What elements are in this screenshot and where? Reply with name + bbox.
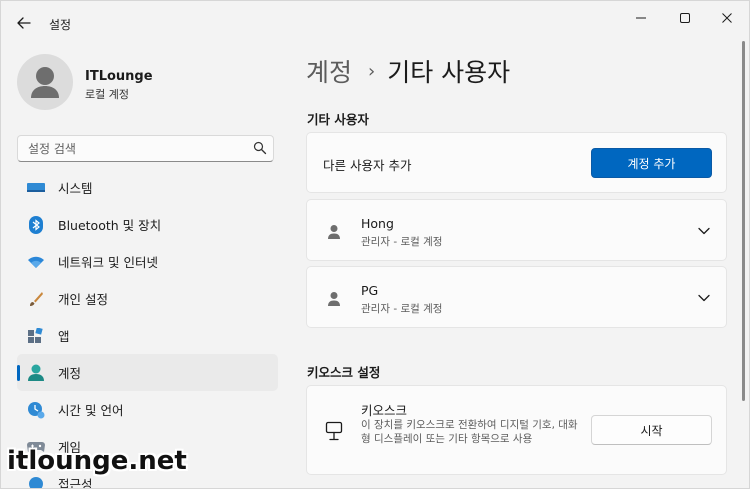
search-input[interactable] bbox=[17, 135, 274, 162]
sidebar-item-network[interactable]: 네트워크 및 인터넷 bbox=[17, 243, 278, 280]
maximize-icon bbox=[680, 13, 690, 23]
profile-account-type: 로컬 계정 bbox=[85, 88, 129, 101]
sidebar-item-label: 시스템 bbox=[58, 181, 93, 196]
sidebar-item-bluetooth[interactable]: Bluetooth 및 장치 bbox=[17, 206, 278, 243]
search-icon[interactable] bbox=[253, 141, 267, 155]
kiosk-icon bbox=[325, 421, 343, 441]
avatar[interactable] bbox=[17, 54, 73, 110]
user-name: Hong bbox=[361, 216, 394, 231]
add-user-label: 다른 사용자 추가 bbox=[323, 158, 412, 173]
kiosk-description: 이 장치를 키오스크로 전환하여 디지털 기호, 대화형 디스플레이 또는 기타… bbox=[361, 419, 578, 445]
apps-icon bbox=[27, 327, 45, 345]
add-account-button[interactable]: 계정 추가 bbox=[591, 148, 712, 178]
user-name: PG bbox=[361, 283, 379, 298]
sidebar-item-label: 접근성 bbox=[58, 477, 93, 489]
sidebar-item-time-language[interactable]: 시간 및 언어 bbox=[17, 391, 278, 428]
user-role: 관리자 - 로컬 계정 bbox=[361, 303, 443, 315]
sidebar-item-label: Bluetooth 및 장치 bbox=[58, 218, 162, 233]
sidebar-nav: 시스템 Bluetooth 및 장치 네트워크 및 인터넷 개인 설정 앱 계정… bbox=[17, 169, 278, 489]
wifi-icon bbox=[27, 253, 45, 271]
user-icon bbox=[328, 292, 340, 306]
kiosk-card: 키오스크 이 장치를 키오스크로 전환하여 디지털 기호, 대화형 디스플레이 … bbox=[306, 385, 727, 475]
chevron-down-icon[interactable] bbox=[697, 292, 711, 304]
bluetooth-icon bbox=[27, 215, 45, 234]
sidebar-item-label: 개인 설정 bbox=[58, 292, 108, 307]
chevron-down-icon[interactable] bbox=[697, 225, 711, 237]
clock-globe-icon bbox=[27, 401, 45, 419]
close-icon bbox=[722, 13, 732, 23]
app-title: 설정 bbox=[49, 18, 72, 32]
other-users-section-title: 기타 사용자 bbox=[307, 112, 369, 127]
minimize-icon bbox=[636, 17, 646, 19]
user-icon bbox=[328, 225, 340, 239]
sidebar-item-accounts[interactable]: 계정 bbox=[17, 354, 278, 391]
user-row-pg[interactable]: PG 관리자 - 로컬 계정 bbox=[306, 266, 727, 328]
settings-window: 설정 ITLounge 로컬 계정 설정 검색 시스템 Bluetooth 및 … bbox=[0, 0, 750, 489]
account-icon bbox=[27, 364, 45, 382]
scrollbar[interactable] bbox=[742, 41, 745, 401]
brush-icon bbox=[27, 290, 45, 308]
breadcrumb: 계정 › 기타 사용자 bbox=[306, 53, 510, 89]
page-title: 기타 사용자 bbox=[387, 58, 511, 87]
maximize-button[interactable] bbox=[663, 1, 707, 35]
sidebar-item-personalization[interactable]: 개인 설정 bbox=[17, 280, 278, 317]
breadcrumb-separator: › bbox=[368, 60, 376, 82]
user-avatar-icon bbox=[31, 67, 59, 98]
user-role: 관리자 - 로컬 계정 bbox=[361, 236, 443, 248]
kiosk-start-button[interactable]: 시작 bbox=[591, 415, 712, 445]
minimize-button[interactable] bbox=[619, 1, 663, 35]
kiosk-section-title: 키오스크 설정 bbox=[307, 365, 381, 380]
sidebar-item-label: 계정 bbox=[58, 366, 82, 381]
add-user-card: 다른 사용자 추가 계정 추가 bbox=[306, 132, 727, 193]
profile-name: ITLounge bbox=[85, 69, 153, 84]
back-arrow-icon bbox=[17, 17, 31, 29]
sidebar-item-label: 앱 bbox=[58, 329, 70, 344]
user-row-hong[interactable]: Hong 관리자 - 로컬 계정 bbox=[306, 199, 727, 261]
display-icon bbox=[27, 179, 45, 197]
title-bar: 설정 bbox=[1, 1, 749, 41]
breadcrumb-parent[interactable]: 계정 bbox=[306, 53, 352, 89]
sidebar-item-system[interactable]: 시스템 bbox=[17, 169, 278, 206]
accessibility-icon bbox=[27, 475, 45, 488]
sidebar-item-label: 시간 및 언어 bbox=[58, 403, 124, 418]
sidebar-item-label: 네트워크 및 인터넷 bbox=[58, 255, 158, 270]
kiosk-title: 키오스크 bbox=[361, 403, 408, 418]
watermark: itlounge.net bbox=[7, 446, 187, 476]
close-button[interactable] bbox=[705, 1, 749, 35]
sidebar-item-apps[interactable]: 앱 bbox=[17, 317, 278, 354]
back-button[interactable] bbox=[11, 10, 37, 36]
